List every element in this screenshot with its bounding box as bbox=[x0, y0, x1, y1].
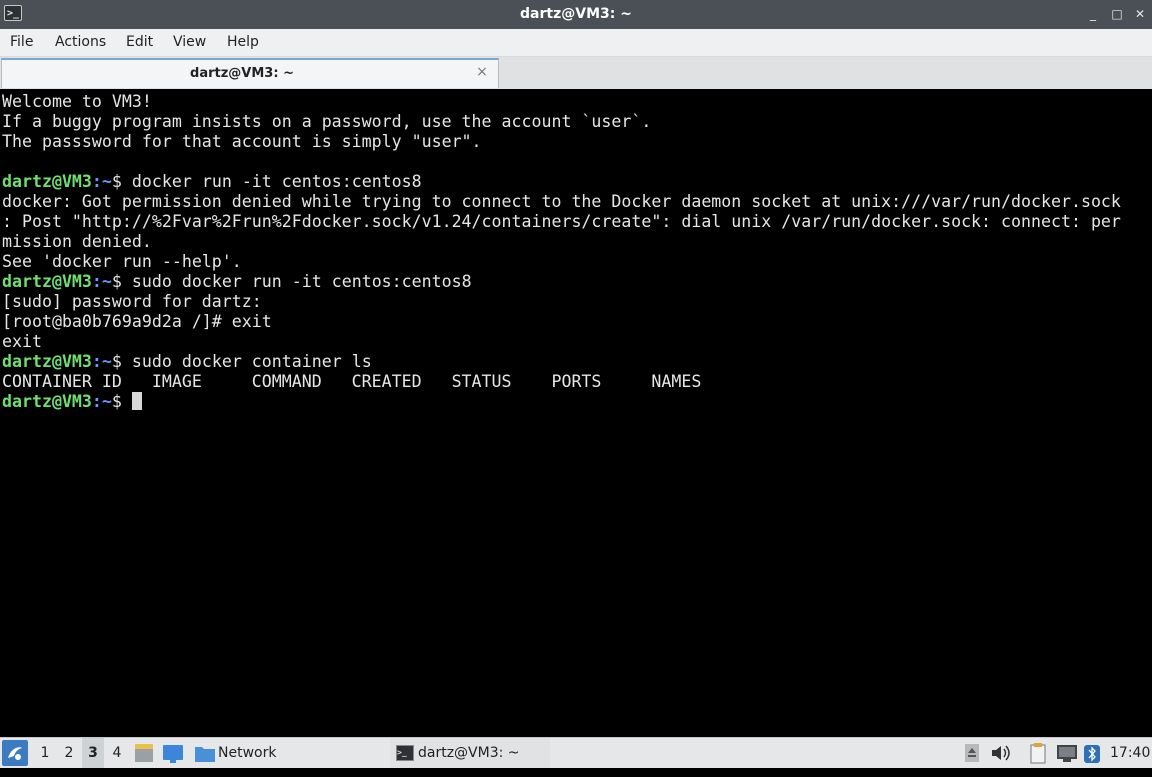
menu-actions[interactable]: Actions bbox=[55, 29, 106, 56]
prompt-symbol: $ bbox=[111, 172, 122, 191]
workspace-2[interactable]: 2 bbox=[58, 738, 80, 768]
prompt-symbol: $ bbox=[111, 272, 122, 291]
command-text: sudo docker run -it centos:centos8 bbox=[131, 272, 472, 291]
start-menu-icon[interactable] bbox=[2, 740, 28, 766]
taskbar: 1 2 3 4 Network >_ dartz@VM3: ~ 17:40 bbox=[0, 737, 1152, 768]
output-line: : Post "http://%2Fvar%2Frun%2Fdocker.soc… bbox=[2, 212, 1121, 231]
menubar: File Actions Edit View Help bbox=[0, 29, 1152, 57]
show-desktop-icon[interactable] bbox=[162, 742, 184, 764]
prompt-sep: : bbox=[91, 352, 102, 371]
prompt-symbol: $ bbox=[111, 352, 122, 371]
network-folder-label[interactable]: Network bbox=[218, 738, 276, 768]
menu-edit[interactable]: Edit bbox=[126, 29, 153, 56]
prompt-user: dartz@VM3 bbox=[2, 272, 92, 291]
command-text: docker run -it centos:centos8 bbox=[131, 172, 422, 191]
tab-bar: dartz@VM3: ~ × bbox=[0, 57, 1152, 89]
tab-terminal[interactable]: dartz@VM3: ~ × bbox=[1, 58, 499, 88]
prompt-sep: : bbox=[91, 172, 102, 191]
current-prompt-line[interactable]: dartz@VM3:~$ bbox=[2, 392, 1150, 412]
output-line: CONTAINER ID IMAGE COMMAND CREATED STATU… bbox=[2, 372, 702, 391]
output-line: docker: Got permission denied while tryi… bbox=[2, 192, 1121, 211]
minimize-button[interactable]: _ bbox=[1084, 5, 1102, 23]
text-cursor bbox=[131, 392, 142, 410]
output-line: mission denied. bbox=[2, 232, 152, 251]
taskbar-task-terminal[interactable]: >_ dartz@VM3: ~ bbox=[390, 738, 550, 768]
prompt-user: dartz@VM3 bbox=[2, 172, 92, 191]
prompt-user: dartz@VM3 bbox=[2, 352, 92, 371]
workspace-4[interactable]: 4 bbox=[106, 738, 128, 768]
command-line: dartz@VM3:~$ sudo docker run -it centos:… bbox=[2, 272, 1150, 292]
tab-close-icon[interactable]: × bbox=[474, 64, 490, 80]
prompt-path: ~ bbox=[101, 352, 112, 371]
command-line: dartz@VM3:~$ sudo docker container ls bbox=[2, 352, 1150, 372]
menu-file[interactable]: File bbox=[10, 29, 33, 56]
menu-view[interactable]: View bbox=[173, 29, 206, 56]
volume-icon[interactable] bbox=[990, 743, 1012, 763]
network-status-icon[interactable] bbox=[1056, 743, 1078, 763]
output-line: Welcome to VM3! bbox=[2, 92, 152, 111]
output-line: [sudo] password for dartz: bbox=[2, 292, 262, 311]
command-line: dartz@VM3:~$ docker run -it centos:cento… bbox=[2, 172, 1150, 192]
window-title: dartz@VM3: ~ bbox=[520, 6, 632, 22]
command-text: sudo docker container ls bbox=[131, 352, 372, 371]
maximize-button[interactable]: □ bbox=[1108, 5, 1126, 23]
eject-icon[interactable] bbox=[964, 743, 980, 763]
clipboard-icon[interactable] bbox=[1028, 742, 1048, 764]
prompt-path: ~ bbox=[101, 272, 112, 291]
file-manager-icon[interactable] bbox=[134, 742, 154, 764]
workspace-1[interactable]: 1 bbox=[34, 738, 56, 768]
task-label: dartz@VM3: ~ bbox=[418, 745, 520, 761]
tab-label: dartz@VM3: ~ bbox=[190, 66, 294, 81]
prompt-user: dartz@VM3 bbox=[2, 392, 92, 411]
prompt-sep: : bbox=[91, 272, 102, 291]
bluetooth-icon[interactable] bbox=[1084, 744, 1100, 763]
output-line: If a buggy program insists on a password… bbox=[2, 112, 652, 131]
output-line: The passsword for that account is simply… bbox=[2, 132, 482, 151]
folder-icon bbox=[194, 742, 216, 764]
prompt-path: ~ bbox=[101, 392, 112, 411]
terminal-view[interactable]: Welcome to VM3! If a buggy program insis… bbox=[0, 90, 1152, 736]
prompt-symbol: $ bbox=[111, 392, 122, 411]
output-line: [root@ba0b769a9d2a /]# exit bbox=[2, 312, 272, 331]
output-line: See 'docker run --help'. bbox=[2, 252, 242, 271]
close-window-button[interactable]: ✕ bbox=[1131, 5, 1149, 23]
workspace-3[interactable]: 3 bbox=[82, 738, 104, 768]
prompt-sep: : bbox=[91, 392, 102, 411]
clock: 17:40 bbox=[1110, 745, 1151, 761]
window-titlebar[interactable]: >_ dartz@VM3: ~ _ □ ✕ bbox=[0, 0, 1152, 29]
terminal-task-icon: >_ bbox=[396, 745, 414, 761]
menu-help[interactable]: Help bbox=[227, 29, 259, 56]
prompt-path: ~ bbox=[101, 172, 112, 191]
output-line: exit bbox=[2, 332, 42, 351]
